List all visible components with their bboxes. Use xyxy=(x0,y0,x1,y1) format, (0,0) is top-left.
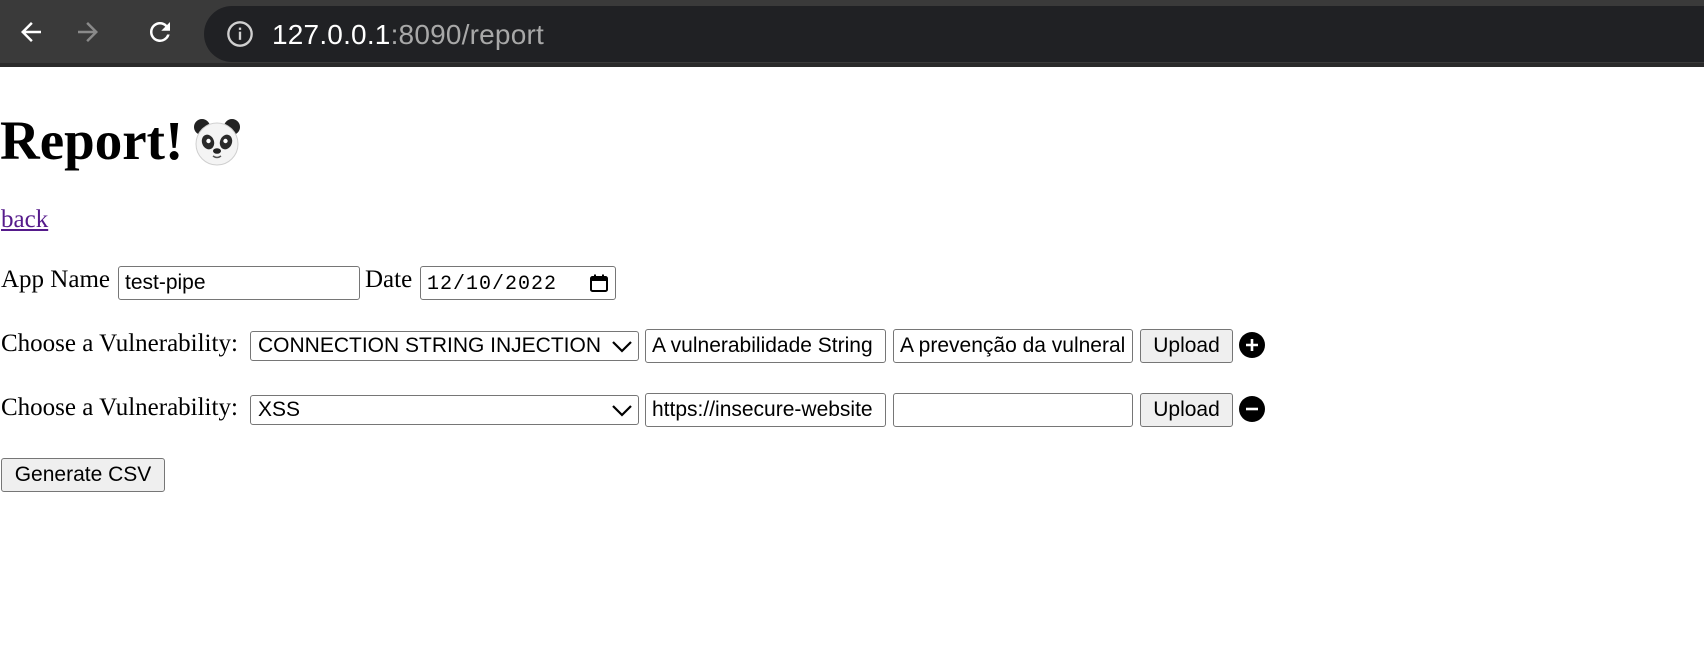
app-name-label: App Name xyxy=(1,266,110,293)
panda-emoji-icon xyxy=(194,119,241,166)
vulnerability-description-input[interactable]: A vulnerabilidade String xyxy=(645,329,886,363)
reload-icon[interactable] xyxy=(142,14,178,50)
calendar-icon[interactable] xyxy=(589,273,609,293)
app-name-input[interactable]: test-pipe xyxy=(118,266,360,300)
date-label: Date xyxy=(365,266,413,293)
vulnerability-description-value: A vulnerabilidade String xyxy=(652,334,873,357)
url-text[interactable]: 127.0.0.1:8090/report xyxy=(272,19,544,51)
back-link[interactable]: back xyxy=(1,206,48,234)
vulnerability-label: Choose a Vulnerability: xyxy=(1,394,238,421)
page-title-text: Report! xyxy=(0,110,184,171)
url-path: :8090/report xyxy=(390,19,544,50)
vulnerability-select[interactable]: CONNECTION STRING INJECTION xyxy=(250,331,639,361)
back-arrow-icon[interactable] xyxy=(13,14,49,50)
vulnerability-description-input[interactable]: https://insecure-website xyxy=(645,393,886,427)
remove-vulnerability-button[interactable] xyxy=(1239,396,1265,422)
minus-circle-icon xyxy=(1246,407,1258,411)
add-vulnerability-button[interactable] xyxy=(1239,332,1265,358)
vulnerability-select[interactable]: XSS xyxy=(250,395,639,425)
browser-toolbar: 127.0.0.1:8090/report xyxy=(0,0,1704,67)
url-host: 127.0.0.1 xyxy=(272,19,391,50)
vulnerability-prevention-value: A prevenção da vulneral xyxy=(900,334,1126,357)
vulnerability-prevention-input[interactable] xyxy=(893,393,1133,427)
date-value: 12/10/2022 xyxy=(427,273,558,296)
address-bar[interactable]: 127.0.0.1:8090/report xyxy=(204,6,1704,62)
vulnerability-label: Choose a Vulnerability: xyxy=(1,330,238,357)
page-title: Report! xyxy=(0,108,243,174)
chevron-down-icon xyxy=(612,341,632,353)
upload-button[interactable]: Upload xyxy=(1140,329,1233,363)
info-icon[interactable] xyxy=(226,20,254,48)
upload-button[interactable]: Upload xyxy=(1140,393,1233,427)
plus-circle-icon xyxy=(1246,339,1258,351)
vulnerability-prevention-input[interactable]: A prevenção da vulneral xyxy=(893,329,1133,363)
chevron-down-icon xyxy=(612,405,632,417)
vulnerability-selected: XSS xyxy=(258,398,301,421)
generate-csv-button[interactable]: Generate CSV xyxy=(1,458,165,492)
vulnerability-selected: CONNECTION STRING INJECTION xyxy=(258,334,602,357)
date-input[interactable]: 12/10/2022 xyxy=(420,266,616,300)
forward-arrow-icon[interactable] xyxy=(70,14,106,50)
app-name-value: test-pipe xyxy=(125,271,206,294)
vulnerability-description-value: https://insecure-website xyxy=(652,398,873,421)
